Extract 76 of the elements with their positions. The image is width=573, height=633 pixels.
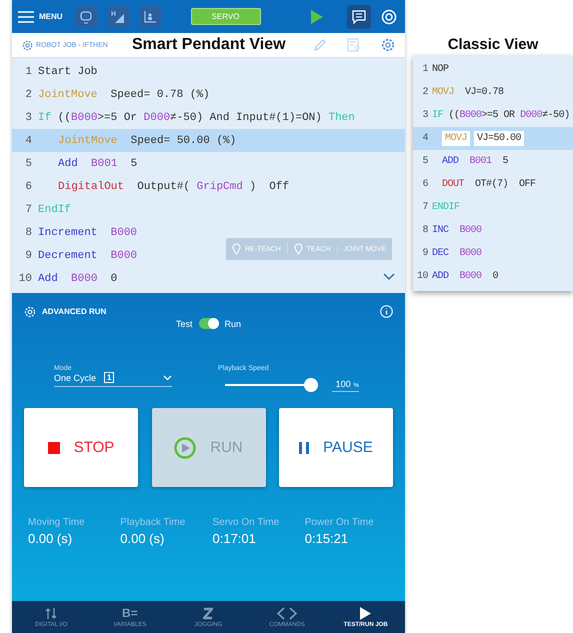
view-title: Smart Pendant View — [132, 36, 287, 54]
stat-label: Moving Time — [28, 517, 86, 528]
code-line[interactable]: 3 If ((B000>=5 Or D000≠-50) And Input#(1)=ON) Then — [12, 106, 359, 129]
stat-label: Power On Time — [304, 517, 375, 528]
line-number: 2 — [421, 87, 429, 98]
variable-icon: B= — [122, 606, 138, 620]
line-number: 6 — [421, 179, 429, 190]
code-text: JointMove Speed= 50.00 (%) — [57, 134, 236, 146]
code-line[interactable]: 7 EndIf — [12, 198, 76, 221]
code-text: ADD B000 0 — [432, 271, 498, 282]
code-text: ENDIF — [432, 202, 460, 213]
line-number: 5 — [24, 158, 33, 170]
code-line[interactable]: 5 Add B001 5 — [12, 152, 142, 175]
stat-value: 0.00 (s) — [120, 531, 166, 546]
cycle-icon: 1 — [104, 372, 114, 383]
code-text: MOVJ VJ=0.78 — [432, 87, 504, 98]
code-text: DigitalOut Output#( GripCmd ) Off — [57, 180, 290, 192]
line-number: 2 — [24, 88, 33, 100]
line-number: 3 — [24, 112, 33, 124]
line-number: 10 — [416, 271, 429, 282]
code-text: Add B001 5 — [57, 158, 138, 170]
stat-value: 0:15:21 — [304, 531, 350, 546]
line-number: 1 — [421, 64, 429, 75]
line-number: 7 — [24, 204, 33, 216]
stat-value: 0:17:01 — [212, 531, 257, 546]
code-text: Increment B000 — [38, 226, 138, 238]
line-number: 9 — [24, 250, 33, 262]
menu-button[interactable]: MENU — [16, 8, 65, 24]
pause-button[interactable]: PAUSE — [279, 408, 393, 487]
stat-label: Playback Time — [120, 517, 186, 528]
line-number: 10 — [18, 272, 33, 284]
code-line[interactable]: 9 Decrement B000 — [12, 244, 142, 267]
code-text: Decrement B000 — [38, 250, 138, 262]
code-text: EndIf — [38, 204, 72, 216]
code-line[interactable]: 9 DEC B000 — [413, 242, 573, 265]
line-number: 4 — [421, 133, 429, 144]
panel-title: ADVANCED RUN — [42, 307, 106, 316]
code-line[interactable]: 6 DOUT OT#(7) OFF — [413, 173, 573, 196]
line-number: 1 — [24, 66, 33, 78]
stop-button[interactable]: STOP — [24, 408, 138, 487]
toggle-label: Test — [176, 318, 192, 328]
line-number: 9 — [421, 248, 429, 259]
code-line[interactable]: 10 Add B000 0 — [12, 267, 122, 290]
code-text: If ((B000>=5 Or D000≠-50) And Input#(1)=ON) Then — [38, 112, 355, 124]
line-number: 5 — [421, 156, 429, 167]
code-line[interactable]: 1 Start Job — [12, 60, 102, 83]
line-number: 3 — [421, 110, 429, 121]
line-number: 8 — [24, 226, 33, 238]
mode-dropdown[interactable]: One Cycle 1 — [54, 372, 172, 387]
code-text: Add B000 0 — [38, 272, 118, 284]
code-line[interactable]: 7 ENDIF — [413, 196, 573, 219]
code-line[interactable]: 2 JointMove Speed= 0.78 (%) — [12, 83, 214, 106]
code-line[interactable]: 5 ADD B001 5 — [413, 150, 573, 173]
code-text: DOUT OT#(7) OFF — [441, 179, 536, 190]
line-number: 7 — [421, 202, 429, 213]
stat-value: 0.00 (s) — [28, 531, 74, 546]
code-text: IF ((B000>=5 OR D000≠-50) — [432, 110, 570, 121]
code-text: ADD B001 5 — [441, 156, 508, 167]
code-text: DEC B000 — [432, 248, 482, 259]
code-line[interactable]: 1 NOP — [413, 58, 573, 81]
code-text: Start Job — [38, 66, 98, 78]
code-line[interactable]: 10 ADD B000 0 — [413, 265, 573, 288]
toggle-label: Run — [224, 318, 242, 328]
line-number: 4 — [24, 134, 33, 146]
code-text: NOP — [432, 64, 449, 75]
code-text: JointMove Speed= 0.78 (%) — [38, 88, 210, 100]
stat-label: Servo On Time — [212, 517, 280, 528]
code-line[interactable]: 6 DigitalOut Output#( GripCmd ) Off — [12, 175, 294, 198]
code-line[interactable]: 3 IF ((B000>=5 OR D000≠-50) — [413, 104, 573, 127]
code-line[interactable]: 2 MOVJ VJ=0.78 — [413, 81, 573, 104]
code-line[interactable]: 8 INC B000 — [413, 219, 573, 242]
code-line[interactable]: 8 Increment B000 — [12, 221, 142, 244]
view-title: Classic View — [446, 35, 540, 55]
line-number: 8 — [421, 225, 429, 236]
code-text: INC B000 — [432, 225, 482, 236]
line-number: 6 — [24, 180, 33, 192]
